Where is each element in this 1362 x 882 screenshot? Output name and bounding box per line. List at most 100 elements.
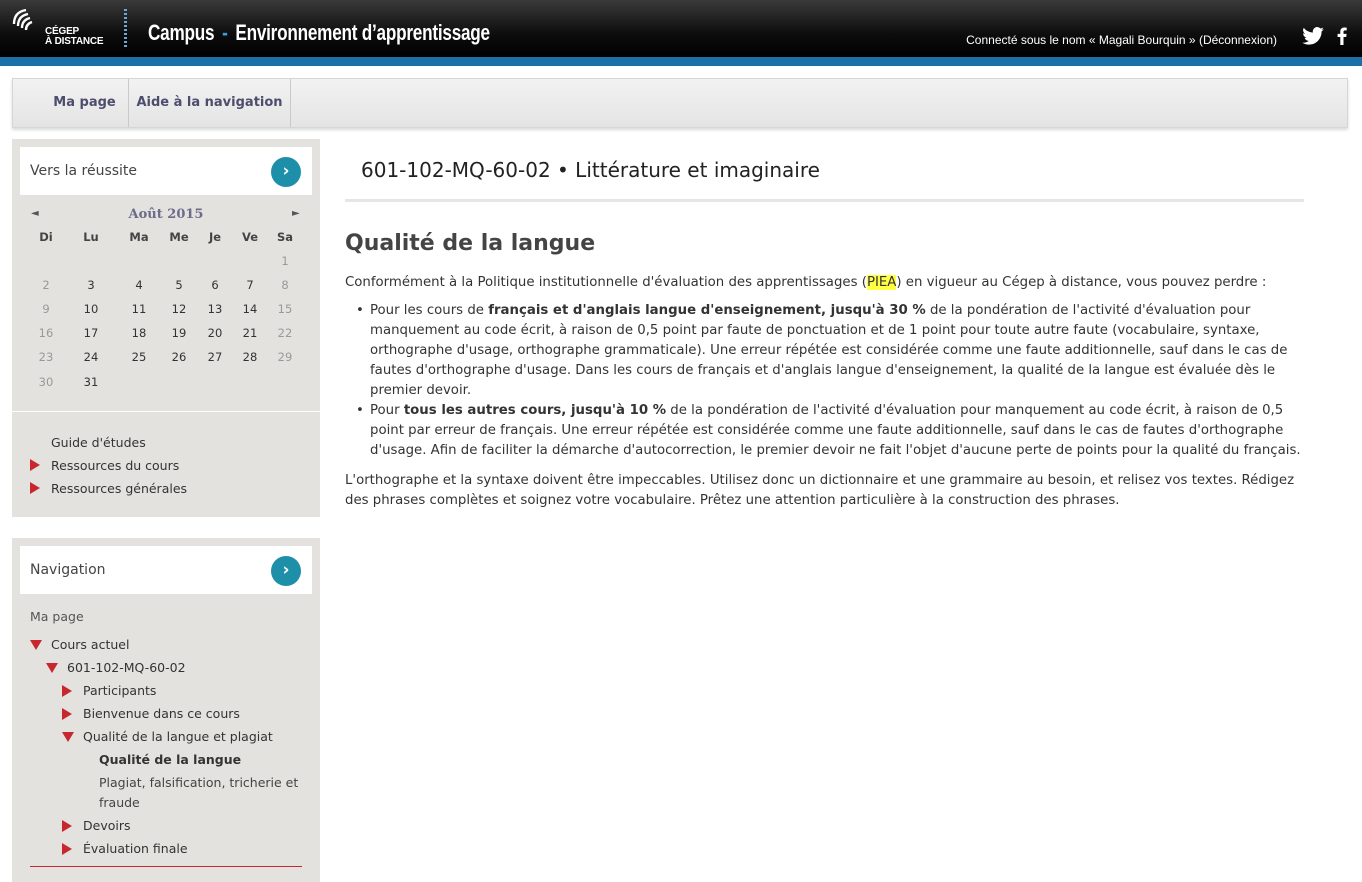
calendar-day[interactable]: 30 [28,375,64,389]
logout-link[interactable]: (Déconnexion) [1199,33,1277,47]
logo-text: CÉGEP À DISTANCE [45,27,104,47]
nav-divider [30,866,302,867]
calendar-day[interactable]: 27 [197,350,233,364]
nav-tree-current-course[interactable]: Cours actuel [51,637,129,652]
navigation-block-header: Navigation › [20,546,312,594]
bullet1-bold: français et d'anglais langue d'enseignem… [488,303,926,318]
calendar-month: Août 2015 [128,207,204,222]
nav-tree-course-code[interactable]: 601-102-MQ-60-02 [67,660,186,675]
calendar-day[interactable]: 1 [267,254,303,268]
nav-tree-welcome[interactable]: Bienvenue dans ce cours [83,706,240,721]
header-accent-bar [0,57,1362,66]
calendar-weekday: Je [208,230,222,244]
logo-mark-icon [12,8,33,31]
calendar-day[interactable]: 21 [232,326,268,340]
link-study-guide[interactable]: Guide d'études [51,435,146,450]
calendar-day[interactable]: 12 [161,302,197,316]
navigation-block-title: Navigation [30,562,106,578]
link-course-resources[interactable]: Ressources du cours [51,458,179,473]
calendar-weekday: Lu [83,230,99,244]
calendar-day[interactable]: 17 [73,326,109,340]
link-general-resources[interactable]: Ressources générales [51,481,187,496]
navigation-block-chevron-right-icon[interactable]: › [271,556,301,586]
closing-paragraph: L'orthographe et la syntaxe doivent être… [345,473,1295,508]
top-header: CÉGEP À DISTANCE Campus - Environnement d’… [0,0,1362,57]
calendar-day[interactable]: 23 [28,350,64,364]
expand-arrow-icon[interactable] [62,685,72,697]
calendar-day[interactable]: 5 [161,278,197,292]
site-title-separator: - [222,20,228,45]
facebook-icon[interactable] [1337,27,1347,45]
calendar-day[interactable]: 9 [28,302,64,316]
calendar-day[interactable]: 15 [267,302,303,316]
site-title: Campus - Environnement d’apprentissage [148,20,490,46]
bullet2-bold: tous les autres cours, jusqu'à 10 % [403,403,667,418]
calendar-day[interactable]: 20 [197,326,233,340]
calendar-day[interactable]: 25 [121,350,157,364]
site-title-campus: Campus [148,20,215,45]
logo-line2: À DISTANCE [45,36,104,47]
calendar-weekday: Di [39,230,53,244]
expand-arrow-icon[interactable] [62,708,72,720]
collapse-arrow-icon[interactable] [46,663,58,673]
intro-text-end: ) en vigueur au Cégep à distance, vous p… [896,275,1267,290]
login-info: Connecté sous le nom « Magali Bourquin »… [966,33,1277,47]
collapse-arrow-icon[interactable] [62,732,74,742]
nav-tree-plagiarism-line1[interactable]: Plagiat, falsification, tricherie et [99,775,298,790]
expand-arrow-icon[interactable] [62,820,72,832]
login-text: Connecté sous le nom « Magali Bourquin » [966,33,1196,47]
intro-text: Conformément à la Politique institutionn… [345,275,867,290]
calendar-weekday: Ve [241,230,259,244]
nav-my-page[interactable]: Ma page [13,79,129,127]
calendar-day[interactable]: 2 [28,278,64,292]
nav-tree-plagiarism-line2[interactable]: fraude [99,795,140,810]
course-title-rule [345,199,1304,202]
calendar-day[interactable]: 31 [73,375,109,389]
bullet2-text: Pour [370,403,404,418]
list-item: Pour les cours de français et d'anglais … [356,301,1305,401]
nav-tree-final-evaluation[interactable]: Évaluation finale [83,841,188,856]
calendar-day[interactable]: 26 [161,350,197,364]
nav-navigation-help[interactable]: Aide à la navigation [129,79,291,127]
calendar-divider [12,411,320,412]
nav-tree-quality-language-active[interactable]: Qualité de la langue [99,752,241,767]
calendar-weekday: Ma [129,230,149,244]
calendar-next-icon[interactable]: ► [292,208,300,219]
course-title: 601-102-MQ-60-02 • Littérature et imagin… [361,158,820,182]
calendar-day[interactable]: 22 [267,326,303,340]
expand-arrow-icon[interactable] [62,843,72,855]
twitter-icon[interactable] [1302,27,1324,45]
nav-tree-assignments[interactable]: Devoirs [83,818,131,833]
calendar-day[interactable]: 16 [28,326,64,340]
success-block-header: Vers la réussite › [20,147,312,195]
logo-divider [124,9,127,49]
calendar-weekday: Me [169,230,189,244]
calendar-weekday: Sa [276,230,294,244]
calendar-day[interactable]: 11 [121,302,157,316]
calendar-day[interactable]: 19 [161,326,197,340]
calendar-day[interactable]: 8 [267,278,303,292]
calendar-day[interactable]: 6 [197,278,233,292]
calendar-day[interactable]: 10 [73,302,109,316]
calendar-day[interactable]: 29 [267,350,303,364]
piea-highlight: PIEA [866,275,897,290]
nav-tree-my-page[interactable]: Ma page [30,609,84,624]
collapse-arrow-icon[interactable] [30,640,42,650]
calendar-day[interactable]: 14 [232,302,268,316]
calendar-day[interactable]: 7 [232,278,268,292]
calendar-day[interactable]: 18 [121,326,157,340]
nav-tree-quality-plagiarism[interactable]: Qualité de la langue et plagiat [83,729,273,744]
list-item: Pour tous les autres cours, jusqu'à 10 %… [356,401,1305,461]
calendar-day[interactable]: 13 [197,302,233,316]
cegep-logo[interactable]: CÉGEP À DISTANCE [12,8,112,48]
expand-arrow-icon[interactable] [30,459,40,471]
calendar-day[interactable]: 24 [73,350,109,364]
success-block-title: Vers la réussite [30,163,138,179]
expand-arrow-icon[interactable] [30,482,40,494]
calendar-day[interactable]: 28 [232,350,268,364]
calendar-day[interactable]: 3 [73,278,109,292]
nav-tree-participants[interactable]: Participants [83,683,156,698]
page-content: Conformément à la Politique institutionn… [345,273,1305,511]
calendar-day[interactable]: 4 [121,278,157,292]
success-block-chevron-right-icon[interactable]: › [271,157,301,187]
